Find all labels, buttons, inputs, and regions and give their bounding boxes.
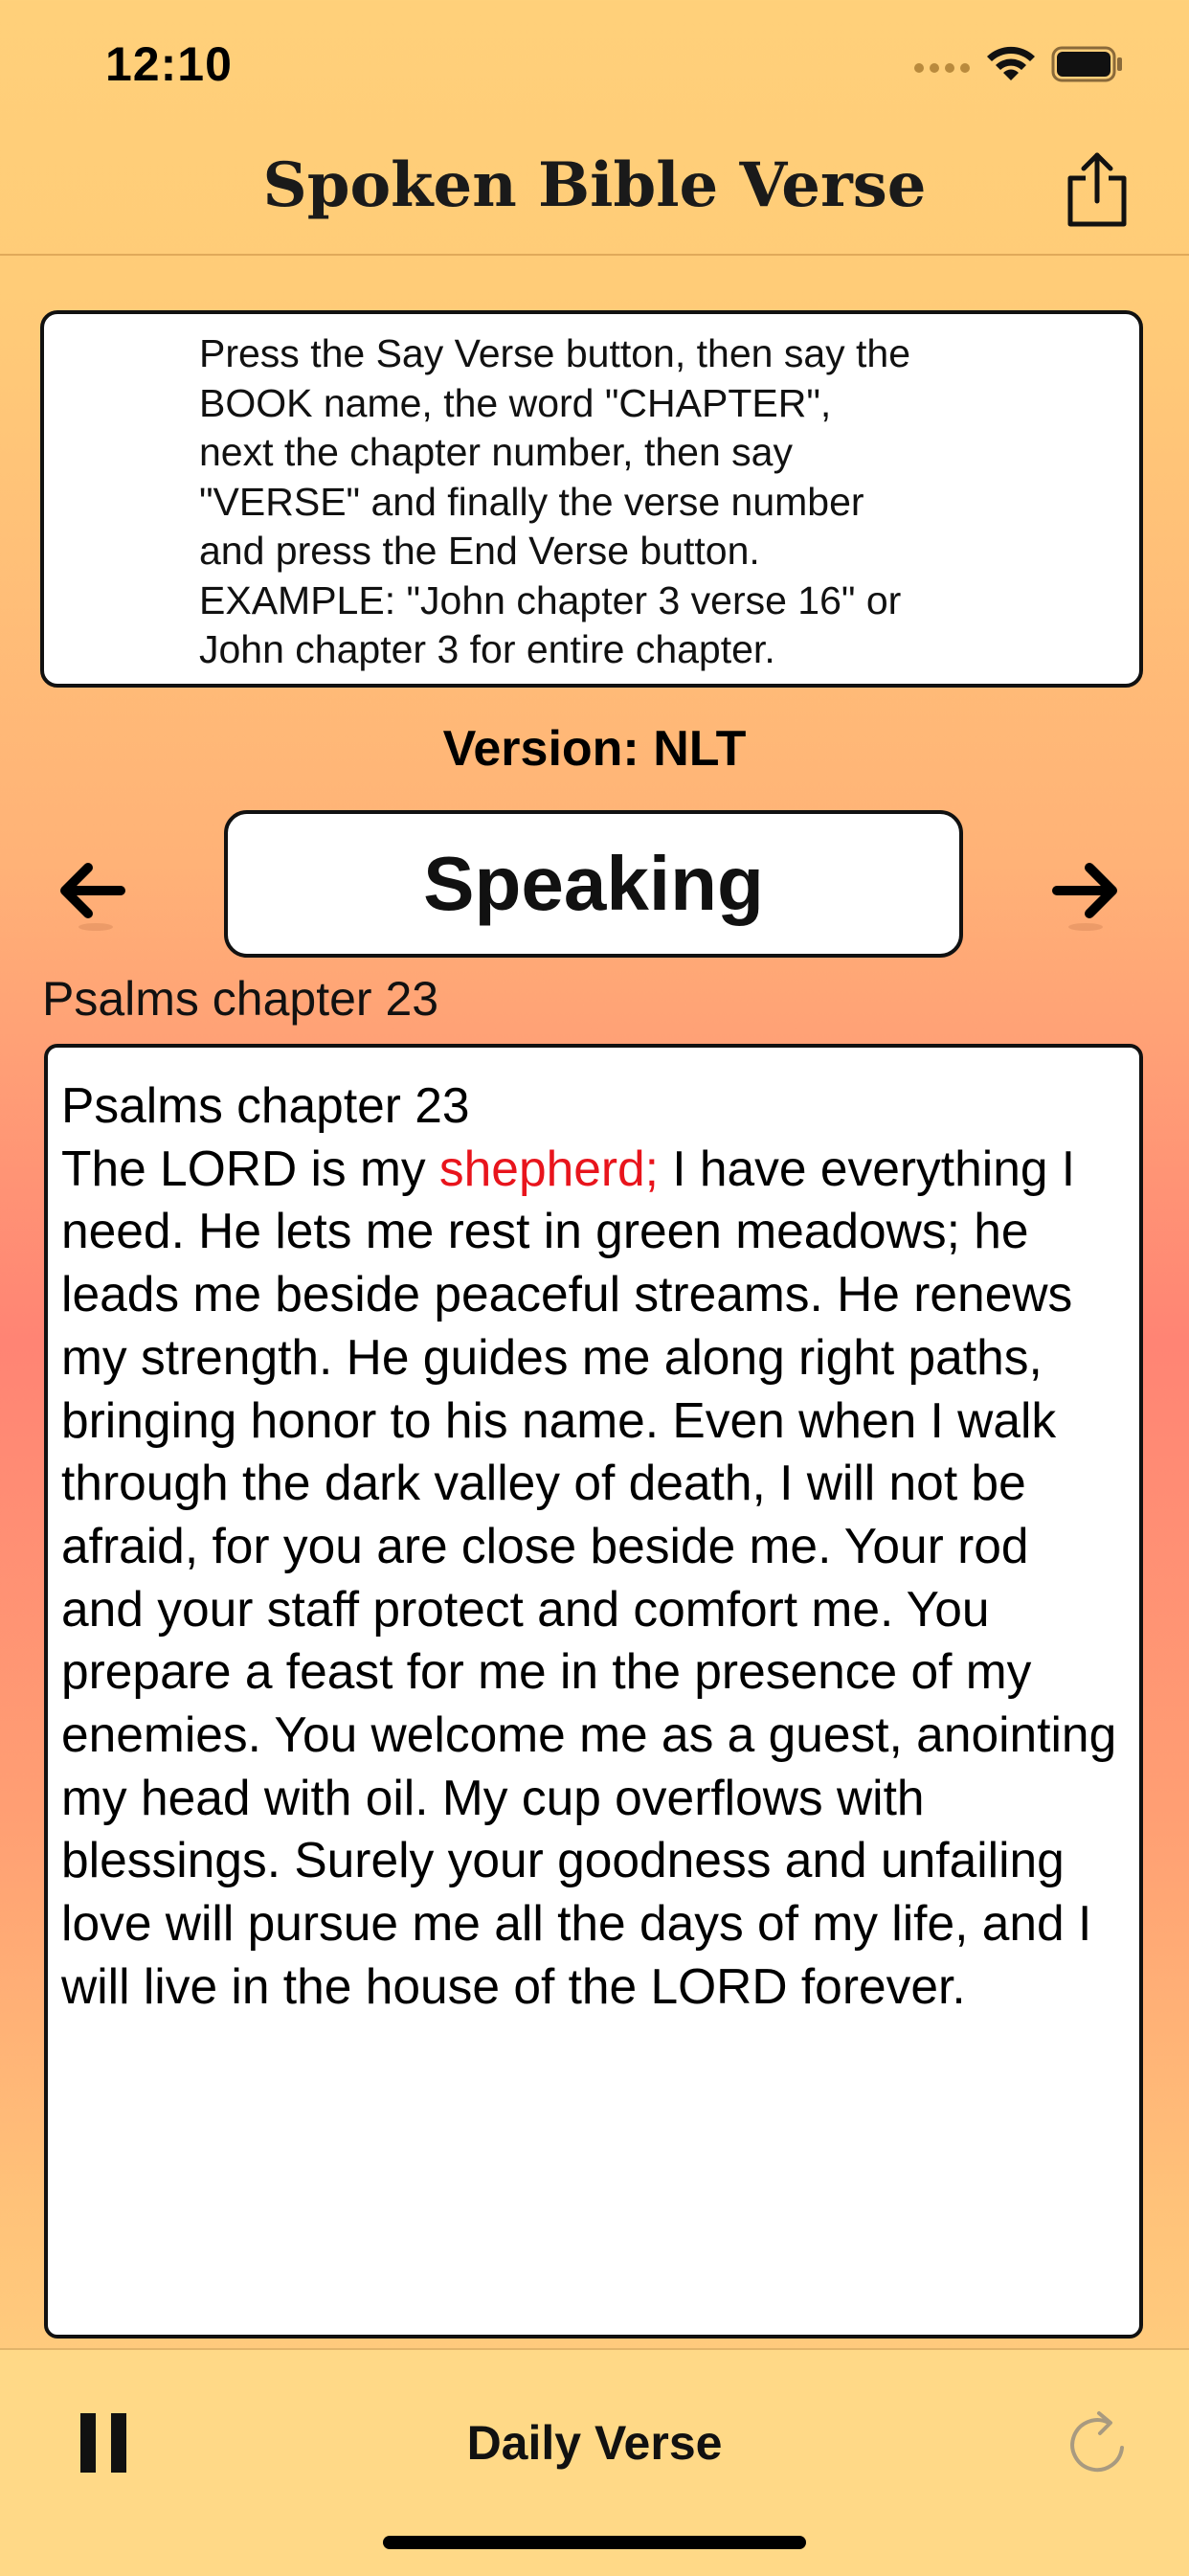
wifi-icon bbox=[987, 46, 1035, 80]
arrow-right-icon[interactable] bbox=[1047, 850, 1124, 933]
share-icon[interactable] bbox=[1063, 151, 1132, 228]
arrow-left-icon[interactable] bbox=[54, 850, 130, 933]
verse-heading: Psalms chapter 23 bbox=[61, 1077, 470, 1133]
speak-button[interactable]: Speaking bbox=[224, 810, 963, 958]
verse-reference-label: Psalms chapter 23 bbox=[42, 972, 439, 1026]
status-time: 12:10 bbox=[105, 37, 233, 91]
highlighted-word: shepherd; bbox=[438, 1140, 659, 1196]
home-indicator bbox=[383, 2536, 806, 2549]
nav-bar: Spoken Bible Verse bbox=[0, 124, 1189, 256]
page-title: Spoken Bible Verse bbox=[262, 149, 927, 221]
daily-verse-button[interactable]: Daily Verse bbox=[0, 2415, 1189, 2471]
instructions-text: Press the Say Verse button, then say the… bbox=[199, 331, 911, 671]
cellular-signal-icon bbox=[914, 63, 972, 77]
version-label: Version: NLT bbox=[442, 721, 747, 777]
verse-text-start: The LORD is my bbox=[61, 1140, 439, 1196]
verse-text: Psalms chapter 23 The LORD is my shepherd… bbox=[61, 1074, 1124, 2019]
refresh-icon[interactable] bbox=[1068, 2409, 1130, 2476]
verse-text-view[interactable]: Psalms chapter 23 The LORD is my shepherd… bbox=[44, 1044, 1143, 2339]
battery-icon bbox=[1051, 46, 1122, 82]
verse-text-rest: I have everything I need. He lets me res… bbox=[61, 1140, 1117, 2014]
status-bar: 12:10 bbox=[0, 0, 1189, 124]
instructions-panel: Press the Say Verse button, then say the… bbox=[40, 310, 1143, 688]
